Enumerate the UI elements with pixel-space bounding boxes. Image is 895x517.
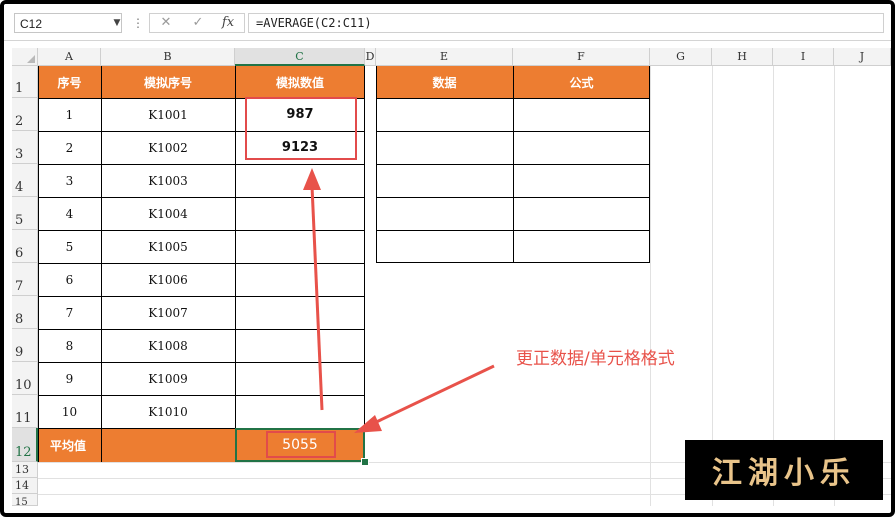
annotation-text: 更正数据/单元格格式 — [516, 349, 675, 369]
cell-code[interactable]: K1003 — [101, 164, 235, 197]
cell-value[interactable] — [235, 263, 365, 296]
gridline — [650, 66, 651, 506]
avg-empty-cell[interactable] — [101, 428, 235, 462]
row-header-10[interactable]: 10 — [12, 362, 38, 395]
column-header-j[interactable]: J — [834, 48, 891, 66]
table-border — [376, 230, 650, 231]
pointing-arrow-icon — [354, 364, 495, 433]
cell-id[interactable]: 1 — [38, 98, 101, 131]
logo-text: 江湖小乐 — [712, 456, 856, 491]
table-border — [38, 362, 365, 363]
cell-value[interactable] — [235, 197, 365, 230]
cell-id[interactable]: 4 — [38, 197, 101, 230]
cell-code[interactable]: K1005 — [101, 230, 235, 263]
table-border — [38, 296, 365, 297]
row-header-9[interactable]: 9 — [12, 329, 38, 362]
row-header-5[interactable]: 5 — [12, 197, 38, 230]
column-header-i[interactable]: I — [773, 48, 834, 66]
highlight-box-average — [266, 431, 336, 458]
cell-id[interactable]: 3 — [38, 164, 101, 197]
chevron-down-icon[interactable]: ▼ — [110, 13, 124, 33]
header-cell-value[interactable]: 模拟数值 — [235, 66, 365, 98]
avg-label-cell[interactable]: 平均值 — [38, 428, 101, 462]
cell-code[interactable]: K1010 — [101, 395, 235, 428]
column-header-f[interactable]: F — [513, 48, 650, 66]
cell-code[interactable]: K1002 — [101, 131, 235, 164]
cell-code[interactable]: K1007 — [101, 296, 235, 329]
row-header-8[interactable]: 8 — [12, 296, 38, 329]
more-options-icon[interactable]: ⋮ — [132, 13, 144, 33]
table-border — [376, 262, 650, 263]
insert-function-icon[interactable]: fx — [216, 14, 240, 32]
header-cell-id[interactable]: 序号 — [38, 66, 101, 98]
cell-id[interactable]: 10 — [38, 395, 101, 428]
cell-id[interactable]: 5 — [38, 230, 101, 263]
table-border — [38, 164, 365, 165]
cell-id[interactable]: 2 — [38, 131, 101, 164]
cell-code[interactable]: K1004 — [101, 197, 235, 230]
cell-code[interactable]: K1006 — [101, 263, 235, 296]
row-header-15[interactable]: 15 — [12, 494, 38, 508]
cell-value[interactable] — [235, 362, 365, 395]
enter-icon[interactable]: ✓ — [186, 14, 210, 32]
cell-value[interactable] — [235, 164, 365, 197]
cancel-icon[interactable]: ✕ — [154, 14, 178, 32]
row-header-2[interactable]: 2 — [12, 98, 38, 131]
column-header-g[interactable]: G — [650, 48, 712, 66]
table-border — [235, 66, 236, 462]
row-header-3[interactable]: 3 — [12, 131, 38, 164]
screenshot-frame: C12 ▼ ⋮ ✕ ✓ fx =AVERAGE(C2:C11) A B C D … — [0, 0, 895, 517]
column-header-b[interactable]: B — [101, 48, 235, 66]
fill-handle[interactable] — [361, 458, 369, 466]
cell-value[interactable] — [235, 395, 365, 428]
formula-bar: C12 ▼ ⋮ ✕ ✓ fx =AVERAGE(C2:C11) — [4, 4, 891, 41]
watermark-logo: 江湖小乐 — [685, 440, 883, 500]
select-all-corner[interactable] — [12, 48, 38, 66]
row-header-4[interactable]: 4 — [12, 164, 38, 197]
row-header-11[interactable]: 11 — [12, 395, 38, 428]
row-header-1[interactable]: 1 — [12, 66, 38, 98]
formula-input[interactable]: =AVERAGE(C2:C11) — [248, 13, 884, 33]
row-header-14[interactable]: 14 — [12, 478, 38, 494]
cell-code[interactable]: K1008 — [101, 329, 235, 362]
header-cell-data[interactable]: 数据 — [376, 66, 513, 98]
column-header-e[interactable]: E — [376, 48, 513, 66]
cell-value[interactable] — [235, 230, 365, 263]
row-header-12[interactable]: 12 — [12, 428, 38, 462]
table-border — [376, 197, 650, 198]
table-border — [38, 66, 39, 462]
table-border — [364, 66, 365, 462]
cell-id[interactable]: 7 — [38, 296, 101, 329]
column-header-a[interactable]: A — [38, 48, 101, 66]
table-border — [38, 263, 365, 264]
formula-buttons: ✕ ✓ fx — [149, 13, 245, 33]
table-border — [38, 197, 365, 198]
column-header-h[interactable]: H — [712, 48, 773, 66]
table-border — [38, 395, 365, 396]
table-border — [38, 329, 365, 330]
name-box[interactable]: C12 — [14, 13, 122, 33]
row-header-6[interactable]: 6 — [12, 230, 38, 263]
cell-code[interactable]: K1001 — [101, 98, 235, 131]
row-header-7[interactable]: 7 — [12, 263, 38, 296]
cell-value[interactable] — [235, 329, 365, 362]
header-cell-formula[interactable]: 公式 — [513, 66, 650, 98]
column-header-c[interactable]: C — [235, 48, 365, 66]
highlight-box-values — [245, 97, 357, 160]
table-border — [101, 66, 102, 462]
cell-id[interactable]: 6 — [38, 263, 101, 296]
table-border — [376, 164, 650, 165]
table-border — [376, 98, 650, 99]
cell-code[interactable]: K1009 — [101, 362, 235, 395]
table-border — [376, 131, 650, 132]
cell-value[interactable] — [235, 296, 365, 329]
header-cell-code[interactable]: 模拟序号 — [101, 66, 235, 98]
cell-id[interactable]: 9 — [38, 362, 101, 395]
cell-id[interactable]: 8 — [38, 329, 101, 362]
table-border — [38, 230, 365, 231]
row-header-13[interactable]: 13 — [12, 462, 38, 478]
column-header-d[interactable]: D — [365, 48, 376, 66]
